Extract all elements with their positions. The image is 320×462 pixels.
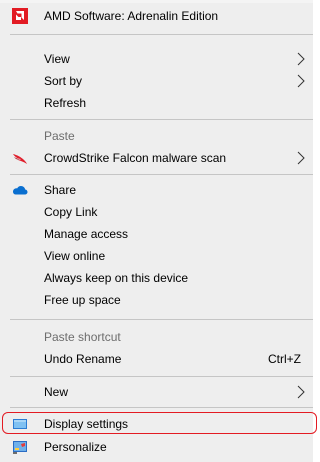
menu-item-always-keep-on-device[interactable]: Always keep on this device xyxy=(0,267,313,289)
menu-item-paste: Paste xyxy=(0,125,313,147)
onedrive-cloud-icon xyxy=(12,182,28,198)
menu-item-label: Undo Rename xyxy=(44,352,122,366)
menu-item-label: CrowdStrike Falcon malware scan xyxy=(44,151,227,165)
highlight-annotation xyxy=(2,412,317,434)
menu-item-label: Paste xyxy=(44,129,75,143)
chevron-right-icon xyxy=(295,51,307,67)
menu-separator xyxy=(10,174,313,175)
chevron-right-icon xyxy=(295,384,307,400)
chevron-right-icon xyxy=(295,150,307,166)
crowdstrike-falcon-icon xyxy=(12,150,28,166)
menu-separator xyxy=(10,376,313,377)
menu-item-label: Paste shortcut xyxy=(44,330,121,344)
menu-item-crowdstrike-scan[interactable]: CrowdStrike Falcon malware scan xyxy=(0,147,313,169)
desktop-context-menu: AMD Software: Adrenalin Edition View Sor… xyxy=(0,0,317,462)
menu-separator xyxy=(10,319,313,320)
menu-item-share[interactable]: Share xyxy=(0,179,313,201)
shortcut-hint: Ctrl+Z xyxy=(268,352,301,366)
menu-item-free-up-space[interactable]: Free up space xyxy=(0,289,313,311)
menu-item-undo-rename[interactable]: Undo Rename Ctrl+Z xyxy=(0,348,313,370)
menu-item-manage-access[interactable]: Manage access xyxy=(0,223,313,245)
menu-item-view-online[interactable]: View online xyxy=(0,245,313,267)
menu-item-label: View online xyxy=(44,249,106,263)
personalize-icon xyxy=(12,439,28,455)
menu-item-label: Always keep on this device xyxy=(44,271,189,285)
menu-item-label: Sort by xyxy=(44,74,83,88)
menu-item-new[interactable]: New xyxy=(0,381,313,403)
menu-item-label: AMD Software: Adrenalin Edition xyxy=(44,9,219,23)
menu-item-personalize[interactable]: Personalize xyxy=(0,436,313,458)
menu-top-edge xyxy=(0,0,313,3)
menu-item-view[interactable]: View xyxy=(0,48,313,70)
menu-item-amd-software[interactable]: AMD Software: Adrenalin Edition xyxy=(0,5,313,27)
menu-item-label: Copy Link xyxy=(44,205,98,219)
menu-separator xyxy=(10,34,313,35)
menu-item-label: Personalize xyxy=(44,440,107,454)
menu-item-label: New xyxy=(44,385,69,399)
menu-item-copy-link[interactable]: Copy Link xyxy=(0,201,313,223)
menu-item-refresh[interactable]: Refresh xyxy=(0,92,313,114)
menu-item-paste-shortcut: Paste shortcut xyxy=(0,326,313,348)
menu-item-label: Refresh xyxy=(44,96,87,110)
menu-separator xyxy=(10,119,313,120)
menu-item-sort-by[interactable]: Sort by xyxy=(0,70,313,92)
menu-separator xyxy=(10,407,313,408)
chevron-right-icon xyxy=(295,73,307,89)
menu-item-label: View xyxy=(44,52,70,66)
menu-item-label: Free up space xyxy=(44,293,121,307)
amd-logo-icon xyxy=(12,8,28,24)
menu-item-label: Share xyxy=(44,183,77,197)
menu-item-label: Manage access xyxy=(44,227,129,241)
